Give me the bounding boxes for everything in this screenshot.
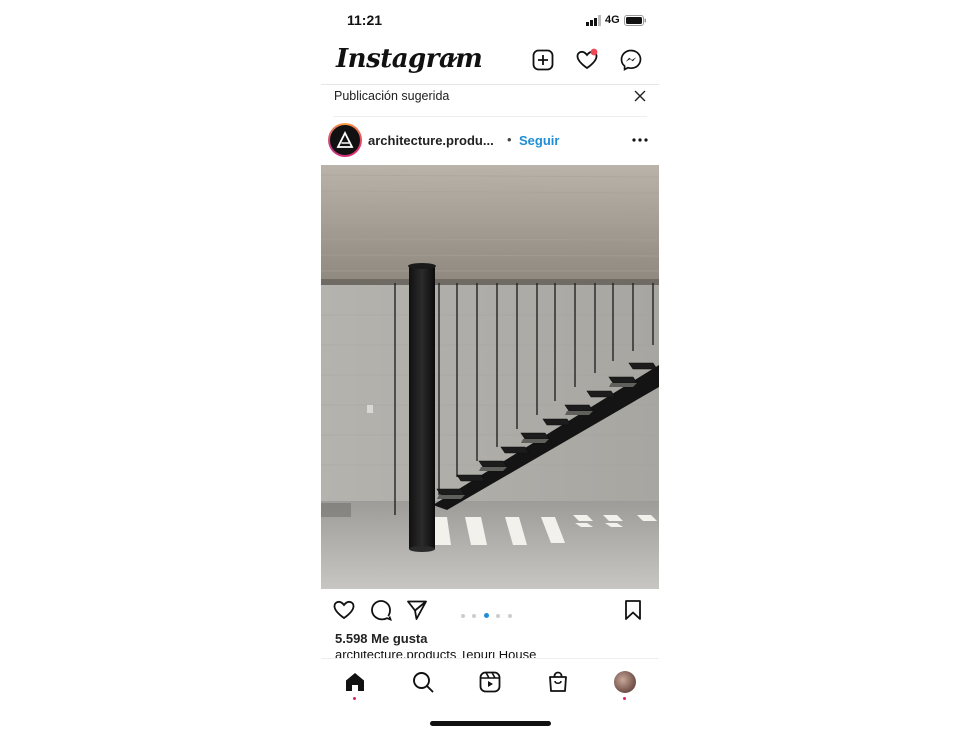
carousel-dot bbox=[496, 613, 501, 618]
bookmark-icon[interactable] bbox=[621, 598, 645, 622]
carousel-dot bbox=[461, 613, 465, 618]
status-bar: 11:21 4G bbox=[321, 0, 659, 40]
close-icon[interactable] bbox=[633, 89, 647, 103]
signal-icon bbox=[586, 15, 601, 26]
home-indicator[interactable] bbox=[430, 721, 551, 726]
comment-icon[interactable] bbox=[369, 598, 393, 622]
network-type: 4G bbox=[605, 14, 620, 26]
account-logo bbox=[330, 125, 360, 155]
bottom-nav bbox=[321, 658, 659, 709]
post-image[interactable] bbox=[321, 165, 659, 589]
more-options-icon[interactable] bbox=[631, 134, 649, 146]
post-header: architecture.produ... • Seguir bbox=[321, 122, 659, 162]
battery-icon bbox=[624, 15, 646, 26]
likes-count[interactable]: 5.598 Me gusta bbox=[335, 631, 428, 646]
like-heart-icon[interactable] bbox=[332, 598, 356, 622]
divider bbox=[333, 116, 647, 117]
instagram-logo[interactable]: Instagram bbox=[336, 44, 483, 74]
brand-logo-icon bbox=[336, 131, 354, 148]
messenger-icon[interactable] bbox=[619, 48, 643, 72]
avatar[interactable] bbox=[328, 123, 362, 157]
search-icon[interactable] bbox=[411, 670, 435, 694]
follow-button[interactable]: Seguir bbox=[519, 133, 559, 148]
phone-screen: 11:21 4G Instagram Publicación sugerida … bbox=[321, 0, 659, 734]
heart-icon[interactable] bbox=[575, 48, 599, 72]
profile-avatar[interactable] bbox=[614, 671, 636, 693]
post-actions bbox=[321, 596, 659, 626]
carousel-dot-active bbox=[483, 613, 489, 619]
shop-icon[interactable] bbox=[546, 670, 570, 694]
home-icon[interactable] bbox=[343, 670, 367, 694]
carousel-dot bbox=[507, 613, 512, 618]
suggested-post-bar: Publicación sugerida bbox=[321, 85, 659, 117]
post-username[interactable]: architecture.produ... bbox=[368, 133, 494, 148]
home-notification-dot bbox=[353, 697, 356, 700]
carousel-indicator bbox=[461, 607, 521, 619]
suggested-post-label: Publicación sugerida bbox=[334, 89, 450, 103]
status-time: 11:21 bbox=[347, 12, 383, 28]
new-post-icon[interactable] bbox=[531, 48, 555, 72]
carousel-dot bbox=[472, 613, 477, 618]
app-header: Instagram bbox=[321, 40, 659, 85]
profile-notification-dot bbox=[623, 697, 626, 700]
reels-icon[interactable] bbox=[478, 670, 502, 694]
share-send-icon[interactable] bbox=[405, 598, 429, 622]
chevron-down-icon[interactable] bbox=[447, 53, 459, 65]
separator-dot: • bbox=[507, 132, 512, 147]
